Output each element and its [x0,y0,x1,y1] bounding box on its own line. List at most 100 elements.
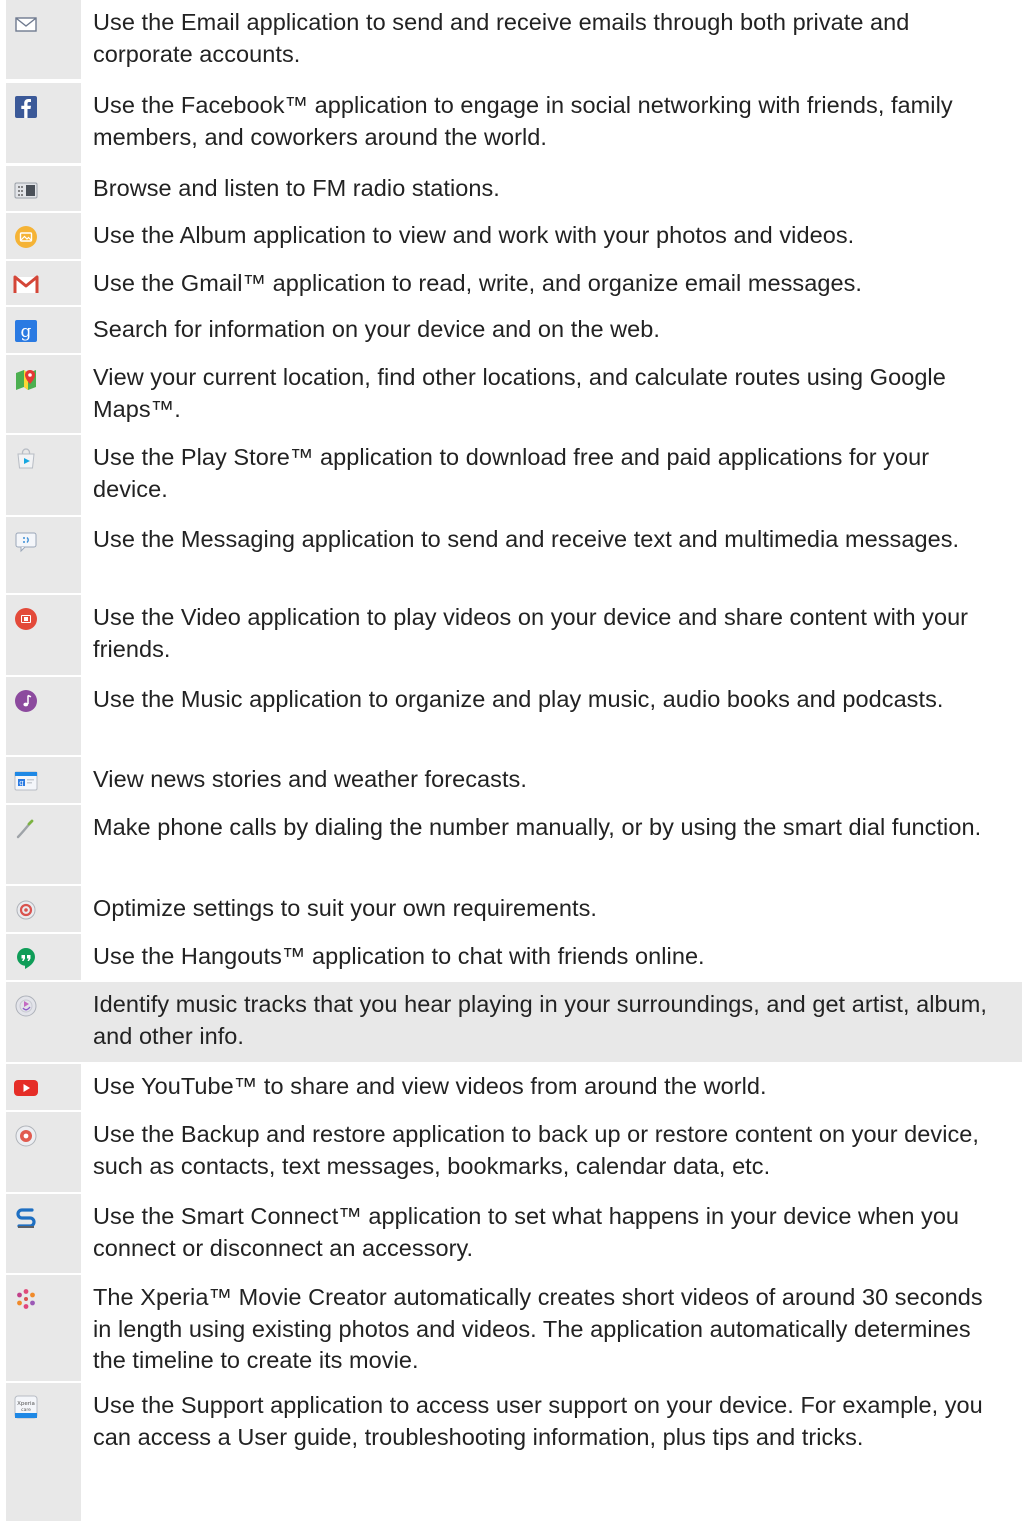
description-cell: Browse and listen to FM radio stations. [81,166,1022,211]
description-cell: Use the Facebook™ application to engage … [81,83,1022,163]
app-description: Browse and listen to FM radio stations. [93,175,500,201]
movie-creator-icon [12,1285,40,1313]
video-icon [12,605,40,633]
app-row: The Xperia™ Movie Creator automatically … [0,1275,1022,1381]
app-row: Xperia care Use the Support application to… [0,1383,1022,1521]
support-icon-label: Xperia [17,1401,35,1407]
icon-cell [6,83,81,163]
icon-cell [6,517,81,593]
app-row: Use the Email application to send and re… [0,0,1022,79]
description-cell: Use the Gmail™ application to read, writ… [81,261,1022,305]
hangouts-icon [12,944,40,972]
google-maps-icon [12,365,40,393]
icon-cell: Xperia care [6,1383,81,1521]
icon-cell [6,886,81,932]
facebook-icon [12,93,40,121]
description-cell: Use the Messaging application to send an… [81,517,1022,593]
description-cell: The Xperia™ Movie Creator automatically … [81,1275,1022,1381]
app-row: Use the Messaging application to send an… [0,517,1022,593]
app-description: View news stories and weather forecasts. [93,766,527,792]
settings-icon [12,896,40,924]
icon-cell: g [6,307,81,353]
app-description: Use YouTube™ to share and view videos fr… [93,1073,767,1099]
description-cell: Make phone calls by dialing the number m… [81,805,1022,884]
app-row: Use the Gmail™ application to read, writ… [0,261,1022,305]
support-icon: Xperia care [12,1393,40,1421]
app-description: Use the Support application to access us… [93,1392,983,1450]
app-row: Use the Backup and restore application t… [0,1112,1022,1192]
play-store-icon [12,445,40,473]
icon-cell [6,213,81,259]
app-description: Use the Smart Connect™ application to se… [93,1203,960,1261]
icon-cell: g [6,757,81,803]
app-description: Use the Backup and restore application t… [93,1121,979,1179]
icon-cell [6,805,81,884]
svg-text:g: g [21,322,32,342]
smart-connect-icon [12,1204,40,1232]
app-description: Use the Email application to send and re… [93,9,910,67]
gmail-icon [12,271,40,299]
icon-cell [6,595,81,675]
description-cell: Use the Hangouts™ application to chat wi… [81,934,1022,980]
app-row: Make phone calls by dialing the number m… [0,805,1022,884]
app-row: g Search for information on your device a… [0,307,1022,353]
trackid-icon [12,992,40,1020]
app-row: Use YouTube™ to share and view videos fr… [0,1064,1022,1110]
description-cell: Use the Smart Connect™ application to se… [81,1194,1022,1273]
backup-restore-icon [12,1122,40,1150]
icon-cell [6,982,81,1062]
icon-cell [6,261,81,305]
app-description: Use the Hangouts™ application to chat wi… [93,943,705,969]
phone-icon [12,815,40,843]
app-description: Use the Facebook™ application to engage … [93,92,953,150]
messaging-icon [12,527,40,555]
app-description: Use the Play Store™ application to downl… [93,444,930,502]
icon-cell [6,355,81,433]
icon-cell [6,1112,81,1192]
icon-cell [6,1275,81,1381]
album-icon [12,223,40,251]
icon-cell [6,0,81,79]
description-cell: View news stories and weather forecasts. [81,757,1022,803]
app-description: Use the Gmail™ application to read, writ… [93,270,862,296]
fm-radio-icon [12,176,40,204]
description-cell: Use the Backup and restore application t… [81,1112,1022,1192]
app-description: Optimize settings to suit your own requi… [93,895,597,921]
description-cell: Use the Video application to play videos… [81,595,1022,675]
svg-text:g: g [19,779,24,787]
app-row: Use the Album application to view and wo… [0,213,1022,259]
google-search-icon: g [12,317,40,345]
app-row: Optimize settings to suit your own requi… [0,886,1022,932]
icon-cell [6,1194,81,1273]
icon-cell [6,435,81,515]
app-row: Identify music tracks that you hear play… [0,982,1022,1062]
app-row: Use the Facebook™ application to engage … [0,83,1022,163]
app-description: Use the Music application to organize an… [93,686,944,712]
app-description: Use the Album application to view and wo… [93,222,855,248]
music-icon [12,687,40,715]
app-description: View your current location, find other l… [93,364,946,422]
app-row: Use the Play Store™ application to downl… [0,435,1022,515]
description-cell: Use the Support application to access us… [81,1383,1022,1521]
description-cell: Search for information on your device an… [81,307,1022,353]
description-cell: Identify music tracks that you hear play… [81,982,1022,1062]
app-row: Browse and listen to FM radio stations. [0,166,1022,211]
app-row: Use the Music application to organize an… [0,677,1022,755]
icon-cell [6,677,81,755]
app-description: The Xperia™ Movie Creator automatically … [93,1284,983,1373]
app-row: Use the Video application to play videos… [0,595,1022,675]
description-cell: Use the Album application to view and wo… [81,213,1022,259]
app-row: View your current location, find other l… [0,355,1022,433]
description-cell: Use the Play Store™ application to downl… [81,435,1022,515]
description-cell: Use the Email application to send and re… [81,0,1022,79]
description-cell: Optimize settings to suit your own requi… [81,886,1022,932]
news-weather-icon: g [12,767,40,795]
app-description: Search for information on your device an… [93,316,660,342]
email-icon [12,10,40,38]
youtube-icon [12,1074,40,1102]
icon-cell [6,934,81,980]
icon-cell [6,1064,81,1110]
app-description: Use the Messaging application to send an… [93,526,960,552]
app-description: Identify music tracks that you hear play… [93,991,987,1049]
support-icon-label: care [21,1407,31,1413]
